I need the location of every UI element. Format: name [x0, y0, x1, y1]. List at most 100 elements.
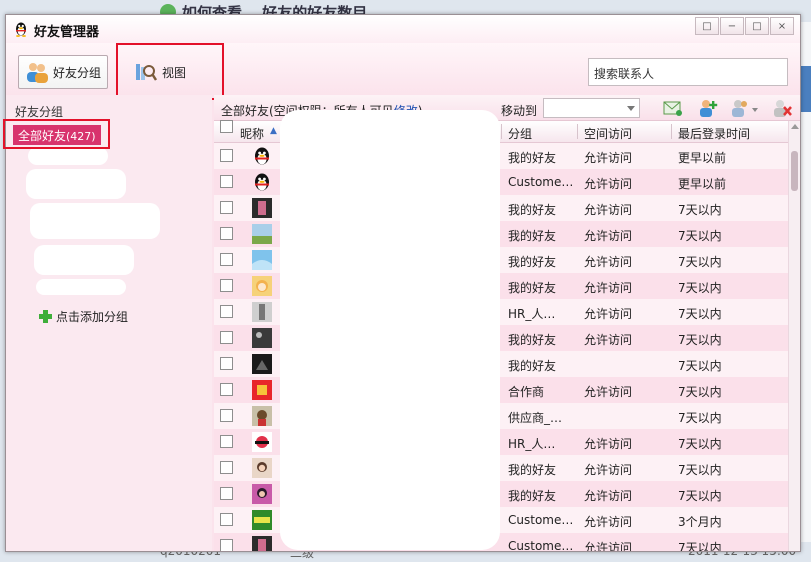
cell-last-login: 7天以内	[678, 385, 722, 399]
cell-group: Custome…	[508, 175, 574, 189]
column-header-nickname[interactable]: 昵称	[240, 125, 264, 142]
qq-default-avatar-icon	[255, 173, 269, 191]
cell-space-access: 允许访问	[584, 541, 633, 551]
search-input[interactable]: 搜索联系人	[588, 58, 788, 86]
cell-last-login: 7天以内	[678, 541, 722, 551]
cell-last-login: 更早以前	[678, 151, 727, 165]
column-header-space-access[interactable]: 空间访问	[584, 125, 632, 142]
cell-space-access: 允许访问	[584, 437, 633, 451]
avatar	[252, 250, 272, 270]
row-checkbox[interactable]	[220, 487, 233, 500]
cell-group: 合作商	[508, 385, 545, 399]
cell-group: 我的好友	[508, 463, 557, 477]
avatar	[252, 276, 272, 296]
row-checkbox[interactable]	[220, 201, 233, 214]
maximize-button[interactable]: □	[745, 17, 769, 35]
row-checkbox[interactable]	[220, 227, 233, 240]
scroll-up-icon[interactable]	[791, 124, 799, 129]
cell-space-access: 允许访问	[584, 255, 633, 269]
cell-group: 我的好友	[508, 359, 557, 373]
avatar	[252, 224, 272, 244]
row-checkbox[interactable]	[220, 175, 233, 188]
cell-group: 我的好友	[508, 281, 557, 295]
cell-space-access: 允许访问	[584, 333, 633, 347]
select-all-checkbox[interactable]	[220, 120, 233, 133]
add-group-link[interactable]: 点击添加分组	[39, 308, 128, 325]
row-checkbox[interactable]	[220, 383, 233, 396]
scrollbar-thumb[interactable]	[791, 151, 798, 191]
avatar	[252, 484, 272, 504]
column-header-last-login[interactable]: 最后登录时间	[678, 125, 750, 142]
cell-space-access: 允许访问	[584, 229, 633, 243]
row-checkbox[interactable]	[220, 435, 233, 448]
group-sidebar-title: 好友分组	[15, 105, 64, 119]
row-checkbox[interactable]	[220, 409, 233, 422]
plus-icon	[39, 310, 52, 323]
move-friend-icon[interactable]	[731, 99, 759, 117]
cell-last-login: 7天以内	[678, 307, 722, 321]
row-checkbox[interactable]	[220, 253, 233, 266]
avatar	[252, 198, 272, 218]
cell-last-login: 7天以内	[678, 203, 722, 217]
move-to-label: 移动到	[501, 104, 538, 118]
title-bar[interactable]: 好友管理器 □ − □ ×	[6, 15, 800, 43]
cell-space-access: 允许访问	[584, 385, 633, 399]
cell-last-login: 3个月内	[678, 515, 722, 529]
move-to-dropdown[interactable]	[543, 98, 640, 118]
cell-last-login: 7天以内	[678, 333, 722, 347]
redacted-group	[34, 245, 134, 275]
cell-last-login: 7天以内	[678, 437, 722, 451]
cell-space-access: 允许访问	[584, 281, 633, 295]
cell-space-access: 允许访问	[584, 489, 633, 503]
cell-group: 我的好友	[508, 151, 557, 165]
cell-group: 我的好友	[508, 333, 557, 347]
qq-default-avatar-icon	[255, 147, 269, 165]
vertical-scrollbar[interactable]	[788, 121, 800, 551]
row-checkbox[interactable]	[220, 149, 233, 162]
cell-last-login: 7天以内	[678, 489, 722, 503]
highlight-box-view	[116, 43, 224, 100]
add-friend-icon[interactable]	[698, 99, 718, 117]
send-message-icon[interactable]	[663, 99, 683, 117]
sort-ascending-icon: ▲	[270, 126, 277, 136]
qq-penguin-icon	[16, 22, 26, 37]
delete-friend-icon[interactable]	[772, 99, 792, 117]
cell-group: 我的好友	[508, 229, 557, 243]
friends-group-icon	[27, 63, 48, 83]
avatar	[252, 458, 272, 478]
column-header-group[interactable]: 分组	[508, 125, 532, 142]
cell-space-access: 允许访问	[584, 515, 633, 529]
row-checkbox[interactable]	[220, 513, 233, 526]
row-checkbox[interactable]	[220, 461, 233, 474]
minimize-button[interactable]: −	[720, 17, 744, 35]
cell-last-login: 7天以内	[678, 281, 722, 295]
close-button[interactable]: ×	[770, 17, 794, 35]
cell-group: Custome…	[508, 539, 574, 551]
friend-group-button[interactable]: 好友分组	[18, 55, 108, 89]
cell-space-access: 允许访问	[584, 307, 633, 321]
cell-group: 我的好友	[508, 203, 557, 217]
row-checkbox[interactable]	[220, 539, 233, 551]
redacted-names-and-accounts	[280, 110, 500, 550]
cell-group: 我的好友	[508, 255, 557, 269]
row-checkbox[interactable]	[220, 357, 233, 370]
avatar	[252, 354, 272, 374]
avatar	[252, 380, 272, 400]
cell-last-login: 7天以内	[678, 463, 722, 477]
cell-last-login: 7天以内	[678, 359, 722, 373]
cell-space-access: 允许访问	[584, 177, 633, 191]
redacted-group	[28, 147, 108, 165]
row-checkbox[interactable]	[220, 279, 233, 292]
redacted-group	[30, 203, 160, 239]
avatar	[252, 510, 272, 530]
cell-space-access: 允许访问	[584, 203, 633, 217]
window-title: 好友管理器	[34, 25, 100, 40]
redacted-group	[26, 169, 126, 199]
row-checkbox[interactable]	[220, 331, 233, 344]
cell-last-login: 7天以内	[678, 255, 722, 269]
cell-group: 供应商_…	[508, 411, 563, 425]
restore-button[interactable]: □	[695, 17, 719, 35]
row-checkbox[interactable]	[220, 305, 233, 318]
background-right-strip	[800, 22, 811, 542]
group-sidebar: 好友分组 全部好友(427) 点击添加分组	[6, 95, 212, 551]
